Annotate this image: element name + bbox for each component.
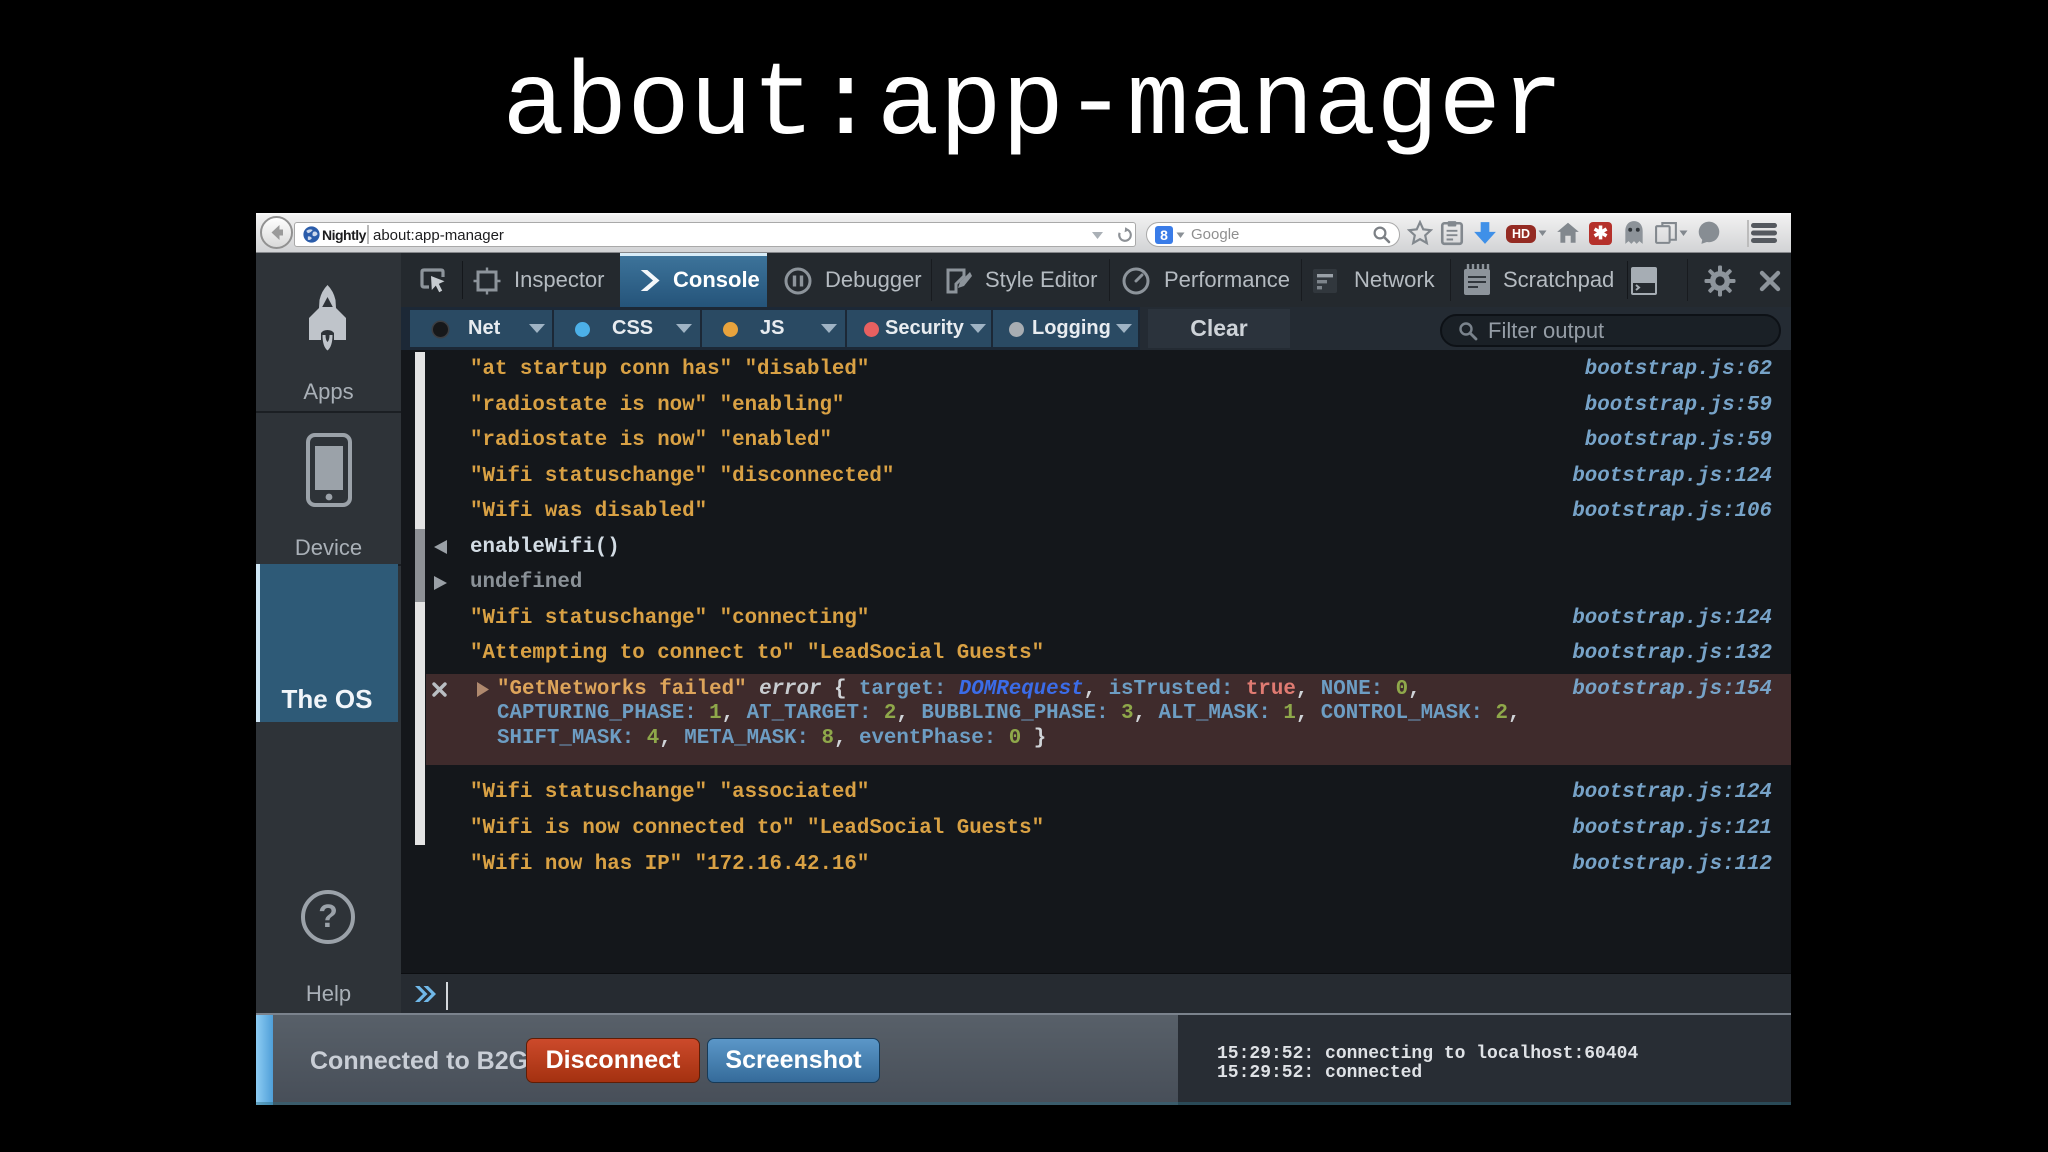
svg-text:?: ? — [318, 898, 338, 934]
